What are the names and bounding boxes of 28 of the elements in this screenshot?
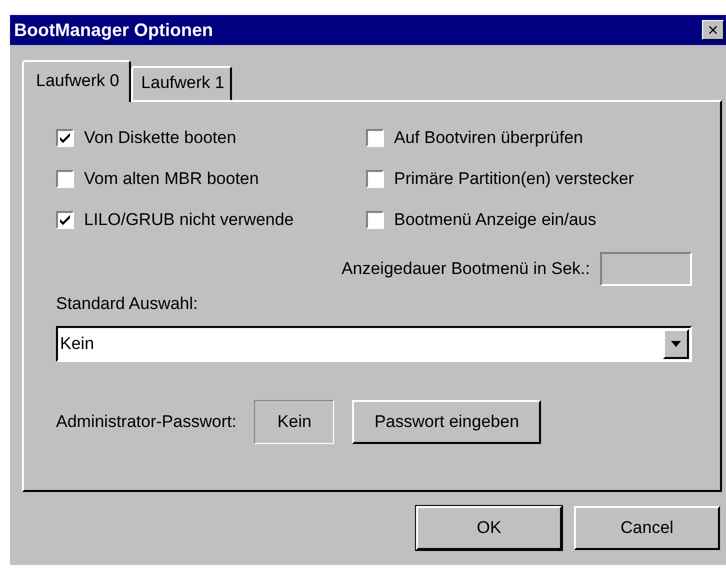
admin-password-status: Kein	[254, 400, 334, 444]
checkbox-label: Primäre Partition(en) verstecker	[394, 169, 634, 189]
cancel-button[interactable]: Cancel	[574, 506, 720, 550]
tab[interactable]: Laufwerk 1	[131, 66, 232, 100]
timeout-field[interactable]	[600, 252, 692, 286]
checkbox-label: Auf Bootviren überprüfen	[394, 128, 584, 148]
checkbox-label: LILO/GRUB nicht verwende	[84, 210, 294, 230]
tab[interactable]: Laufwerk 0	[22, 60, 132, 102]
checkbox[interactable]	[56, 129, 74, 147]
window-title: BootManager Optionen	[14, 20, 213, 40]
checkmark-icon	[58, 131, 72, 145]
default-selection-dropdown[interactable]: Kein	[56, 326, 692, 362]
dropdown-value: Kein	[60, 334, 94, 354]
checkmark-icon	[58, 213, 72, 227]
close-button[interactable]: ×	[702, 20, 724, 40]
timeout-label: Anzeigedauer Bootmenü in Sek.:	[341, 259, 590, 279]
checkbox-label: Vom alten MBR booten	[84, 169, 259, 189]
checkbox[interactable]	[56, 170, 74, 188]
ok-button[interactable]: OK	[416, 506, 562, 550]
checkbox-label: Bootmenü Anzeige ein/aus	[394, 210, 596, 230]
checkbox[interactable]	[56, 211, 74, 229]
checkbox[interactable]	[366, 211, 384, 229]
enter-password-button[interactable]: Passwort eingeben	[352, 400, 542, 444]
checkbox[interactable]	[366, 170, 384, 188]
default-selection-label: Standard Auswahl:	[56, 294, 199, 314]
admin-password-label: Administrator-Passwort:	[56, 412, 236, 432]
checkbox[interactable]	[366, 129, 384, 147]
checkbox-label: Von Diskette booten	[84, 128, 236, 148]
